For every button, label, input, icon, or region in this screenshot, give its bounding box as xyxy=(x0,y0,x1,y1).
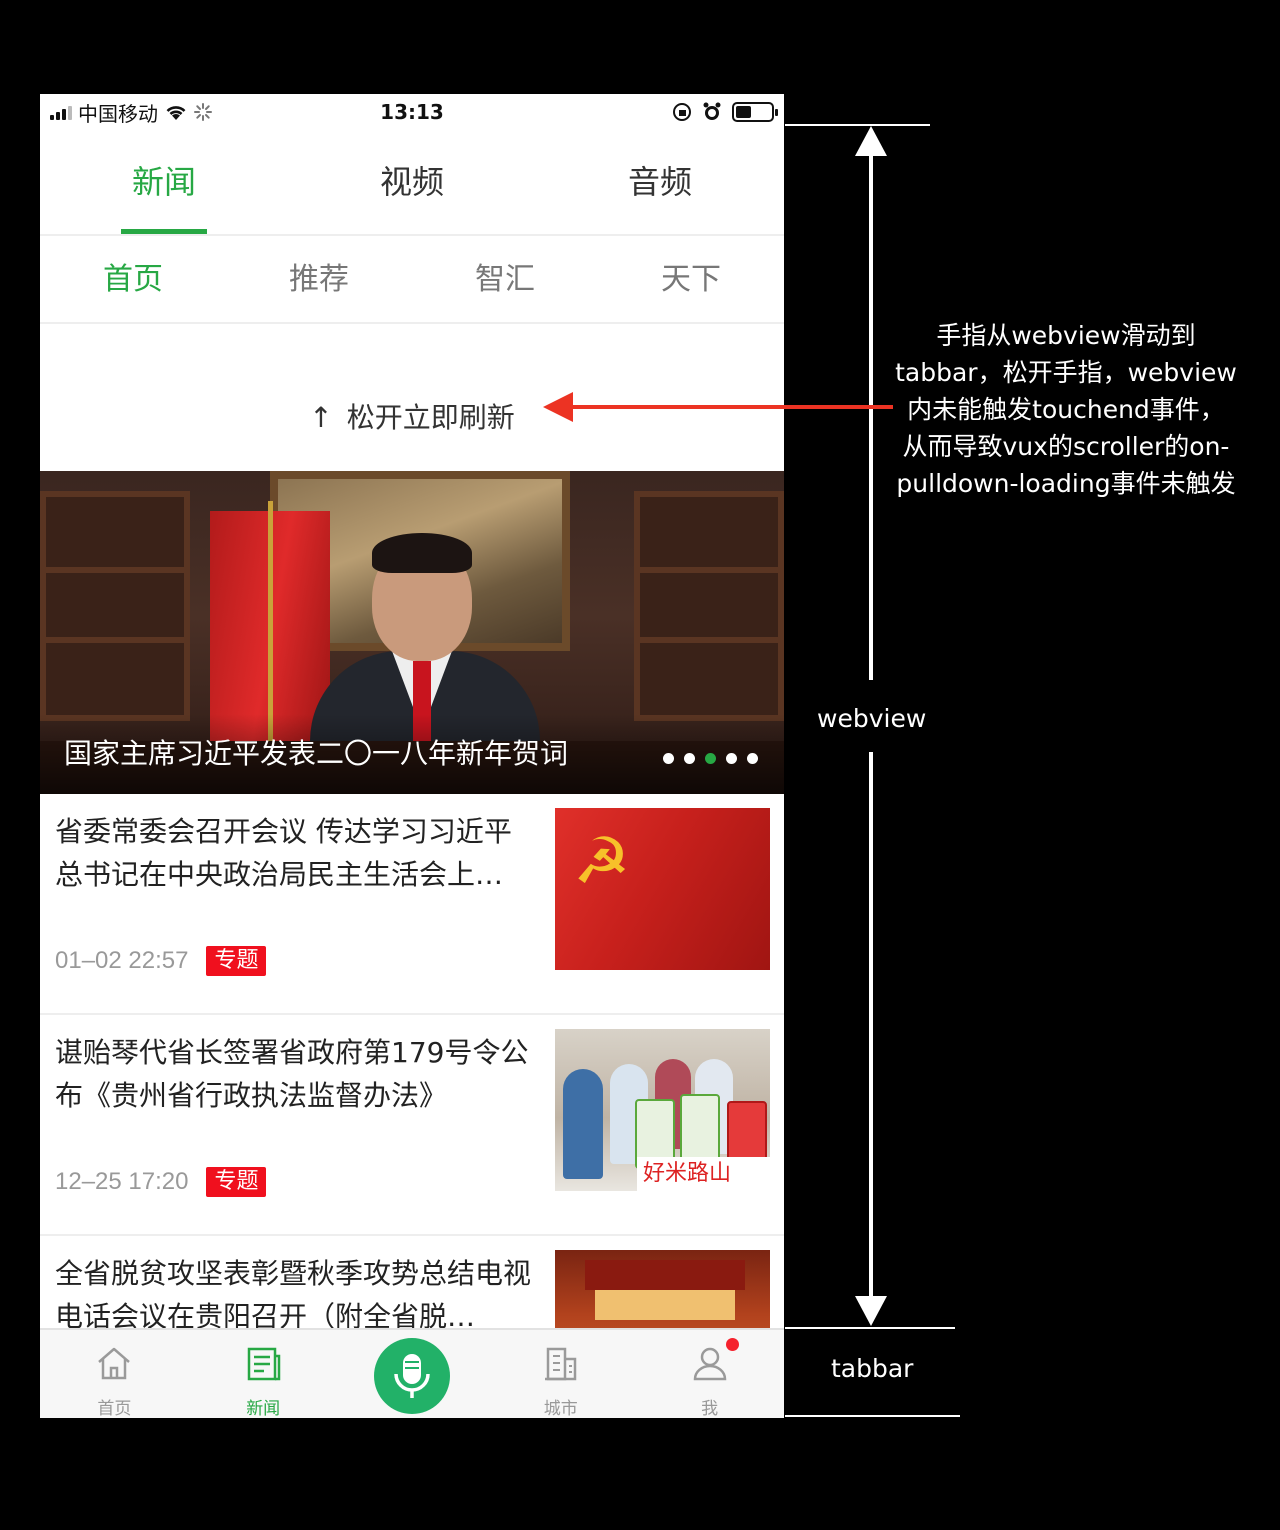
banner-caption: 国家主席习近平发表二〇一八年新年贺词 xyxy=(64,737,569,770)
news-icon xyxy=(247,1347,281,1381)
annotation-line: 内未能触发touchend事件， xyxy=(907,395,1225,424)
stage-curtain xyxy=(585,1260,745,1290)
tabbar-label: 我 xyxy=(701,1399,719,1418)
orientation-lock-icon xyxy=(673,103,691,121)
news-meta: 12–25 17:20 专题 xyxy=(55,1167,267,1197)
news-thumbnail-market: 好米路山 xyxy=(555,1029,770,1191)
carousel-dot[interactable] xyxy=(684,753,695,764)
carousel-dot-active[interactable] xyxy=(705,753,716,764)
news-title: 谌贻琴代省长签署省政府第179号令公布《贵州省行政执法监督办法》 xyxy=(55,1036,529,1112)
pulldown-refresh-area[interactable]: ↑ 松开立即刷新 xyxy=(40,326,784,471)
tabbar-label: 首页 xyxy=(97,1399,132,1418)
sub-tab-world[interactable]: 天下 xyxy=(598,237,784,322)
carousel-dots xyxy=(663,753,758,764)
phone-screen: 中国移动 13:13 新闻 视频 音频 首页 推荐 智汇 天下 ↑ 松开立即刷新… xyxy=(40,94,784,1418)
battery-icon xyxy=(732,102,778,122)
annotation-line: 手指从webview滑动到 xyxy=(936,321,1196,350)
stage xyxy=(595,1290,735,1320)
bookshelf-left xyxy=(40,491,190,721)
annotation-line: 从而导致vux的scroller的on- xyxy=(902,432,1230,461)
carousel-dot[interactable] xyxy=(747,753,758,764)
shop-sign: 好米路山 xyxy=(637,1157,770,1191)
news-title: 全省脱贫攻坚表彰暨秋季攻势总结电视电话会议在贵阳召开（附全省脱… xyxy=(55,1257,532,1333)
status-bar-right xyxy=(672,94,778,130)
tabbar-label-annotation: tabbar xyxy=(831,1354,914,1383)
notification-badge xyxy=(725,1338,739,1351)
arrow-down-icon xyxy=(855,1296,887,1326)
pulldown-indicator: ↑ 松开立即刷新 xyxy=(40,396,784,436)
carousel-dot[interactable] xyxy=(663,753,674,764)
tabbar-item-me[interactable]: 我 xyxy=(635,1330,784,1418)
inspector-figure xyxy=(563,1069,603,1179)
sub-tab-recommend[interactable]: 推荐 xyxy=(226,237,412,322)
arrow-up-icon xyxy=(855,126,887,156)
main-tab-audio[interactable]: 音频 xyxy=(536,130,784,234)
news-thumbnail-party-flag: ☭ xyxy=(555,808,770,970)
tabbar-item-news[interactable]: 新闻 xyxy=(189,1330,338,1418)
webview-range-line-lower xyxy=(869,752,873,1300)
webview-range-line-upper xyxy=(869,150,873,680)
person-hair xyxy=(372,533,472,573)
news-tag: 专题 xyxy=(206,1167,267,1197)
tabbar-label: 城市 xyxy=(543,1399,578,1418)
user-icon xyxy=(693,1347,726,1381)
news-tag: 专题 xyxy=(206,946,267,976)
banner-carousel[interactable]: 国家主席习近平发表二〇一八年新年贺词 xyxy=(40,471,784,794)
tabbar: 首页 新闻 城市 我 xyxy=(40,1328,784,1418)
carousel-dot[interactable] xyxy=(726,753,737,764)
hammer-sickle-icon: ☭ xyxy=(573,825,631,899)
tabbar-item-voice[interactable] xyxy=(338,1330,487,1418)
status-bar: 中国移动 13:13 xyxy=(40,94,784,130)
microphone-button[interactable] xyxy=(373,1338,450,1414)
sub-tabs: 首页 推荐 智汇 天下 xyxy=(40,237,784,324)
news-list: 省委常委会召开会议 传达学习习近平总书记在中央政治局民主生活会上… 01–02 … xyxy=(40,794,784,1418)
tabbar-bottom-guide xyxy=(785,1415,960,1417)
main-tab-news[interactable]: 新闻 xyxy=(40,130,288,234)
annotation-pointer-line xyxy=(565,405,893,409)
webview-label: webview xyxy=(817,704,927,733)
battery-level xyxy=(736,106,752,118)
main-tab-video[interactable]: 视频 xyxy=(288,130,536,234)
news-meta: 01–02 22:57 专题 xyxy=(55,946,267,976)
pulldown-text: 松开立即刷新 xyxy=(346,401,515,434)
tabbar-item-city[interactable]: 城市 xyxy=(486,1330,635,1418)
alarm-icon xyxy=(703,102,721,120)
microphone-icon xyxy=(394,1354,430,1398)
arrow-up-icon: ↑ xyxy=(309,401,333,434)
news-title: 省委常委会召开会议 传达学习习近平总书记在中央政治局民主生活会上… xyxy=(55,815,512,891)
news-time: 12–25 17:20 xyxy=(55,1168,189,1195)
news-time: 01–02 22:57 xyxy=(55,947,189,974)
main-tabs: 新闻 视频 音频 xyxy=(40,130,784,236)
sub-tab-zhihui[interactable]: 智汇 xyxy=(412,237,598,322)
tabbar-item-home[interactable]: 首页 xyxy=(40,1330,189,1418)
arrow-left-icon xyxy=(543,392,573,422)
city-icon xyxy=(544,1347,577,1381)
tabbar-top-guide xyxy=(785,1327,955,1329)
sub-tab-home[interactable]: 首页 xyxy=(40,237,226,322)
annotation-description: 手指从webview滑动到 tabbar，松开手指，webview 内未能触发t… xyxy=(884,317,1248,502)
tabbar-label: 新闻 xyxy=(246,1399,281,1418)
bookshelf-right xyxy=(634,491,784,721)
annotation-line: tabbar，松开手指，webview xyxy=(895,358,1237,387)
home-icon xyxy=(98,1347,131,1380)
news-item[interactable]: 省委常委会召开会议 传达学习习近平总书记在中央政治局民主生活会上… 01–02 … xyxy=(40,794,784,1015)
annotation-line: pulldown-loading事件未触发 xyxy=(896,469,1236,498)
news-item[interactable]: 谌贻琴代省长签署省政府第179号令公布《贵州省行政执法监督办法》 12–25 1… xyxy=(40,1015,784,1236)
rice-bag xyxy=(680,1094,720,1164)
